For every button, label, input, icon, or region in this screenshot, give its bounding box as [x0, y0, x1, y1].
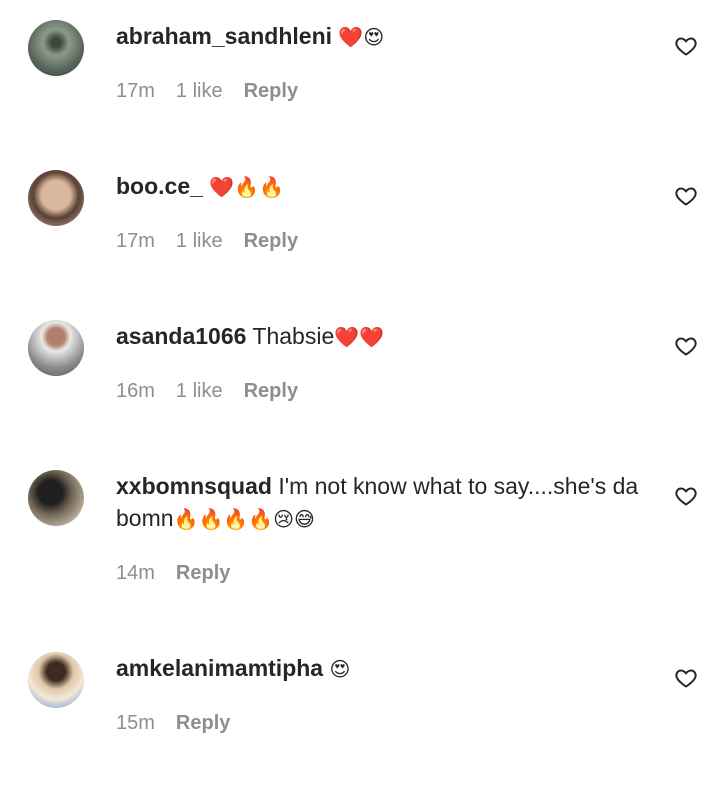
- comment-meta: 17m 1 like Reply: [116, 80, 298, 103]
- like-button[interactable]: [674, 184, 698, 208]
- avatar[interactable]: [28, 652, 84, 708]
- reply-button[interactable]: Reply: [176, 562, 230, 585]
- heart-outline-icon: [675, 37, 697, 56]
- username[interactable]: asanda1066: [116, 323, 246, 349]
- reply-button[interactable]: Reply: [244, 380, 298, 403]
- username[interactable]: boo.ce_: [116, 173, 203, 199]
- comment-meta: 15m Reply: [116, 712, 230, 735]
- comment-emojis: ❤️❤️: [334, 325, 385, 349]
- username[interactable]: amkelanimamtipha: [116, 655, 323, 681]
- timestamp: 14m: [116, 562, 155, 584]
- like-button[interactable]: [674, 334, 698, 358]
- comment-meta: 14m Reply: [116, 562, 230, 585]
- comment-text: abraham_sandhleni ❤️😍: [116, 20, 646, 53]
- like-button[interactable]: [674, 34, 698, 58]
- username[interactable]: xxbomnsquad: [116, 473, 272, 499]
- comment-emojis: 😍: [329, 657, 351, 681]
- comment-meta: 17m 1 like Reply: [116, 230, 298, 253]
- heart-outline-icon: [675, 487, 697, 506]
- like-button[interactable]: [674, 666, 698, 690]
- reply-button[interactable]: Reply: [244, 230, 298, 253]
- reply-button[interactable]: Reply: [176, 712, 230, 735]
- like-count[interactable]: 1 like: [176, 80, 223, 103]
- avatar[interactable]: [28, 170, 84, 226]
- like-count[interactable]: 1 like: [176, 380, 223, 403]
- timestamp: 17m: [116, 80, 155, 102]
- timestamp: 15m: [116, 712, 155, 734]
- comment-emojis: ❤️😍: [338, 25, 385, 49]
- username[interactable]: abraham_sandhleni: [116, 23, 332, 49]
- comment-text: amkelanimamtipha 😍: [116, 652, 646, 685]
- heart-outline-icon: [675, 337, 697, 356]
- like-count[interactable]: 1 like: [176, 230, 223, 253]
- heart-outline-icon: [675, 669, 697, 688]
- avatar[interactable]: [28, 320, 84, 376]
- heart-outline-icon: [675, 187, 697, 206]
- avatar[interactable]: [28, 470, 84, 526]
- reply-button[interactable]: Reply: [244, 80, 298, 103]
- timestamp: 17m: [116, 230, 155, 252]
- comment-emojis: 🔥🔥🔥🔥😢😅: [173, 507, 315, 531]
- timestamp: 16m: [116, 380, 155, 402]
- comment-message: Thabsie: [252, 323, 335, 349]
- comment-meta: 16m 1 like Reply: [116, 380, 298, 403]
- comment-text: boo.ce_ ❤️🔥🔥: [116, 170, 646, 203]
- comment-text: xxbomnsquad I'm not know what to say....…: [116, 470, 646, 535]
- like-button[interactable]: [674, 484, 698, 508]
- avatar[interactable]: [28, 20, 84, 76]
- comment-emojis: ❤️🔥🔥: [209, 175, 285, 199]
- comment-text: asanda1066 Thabsie❤️❤️: [116, 320, 646, 353]
